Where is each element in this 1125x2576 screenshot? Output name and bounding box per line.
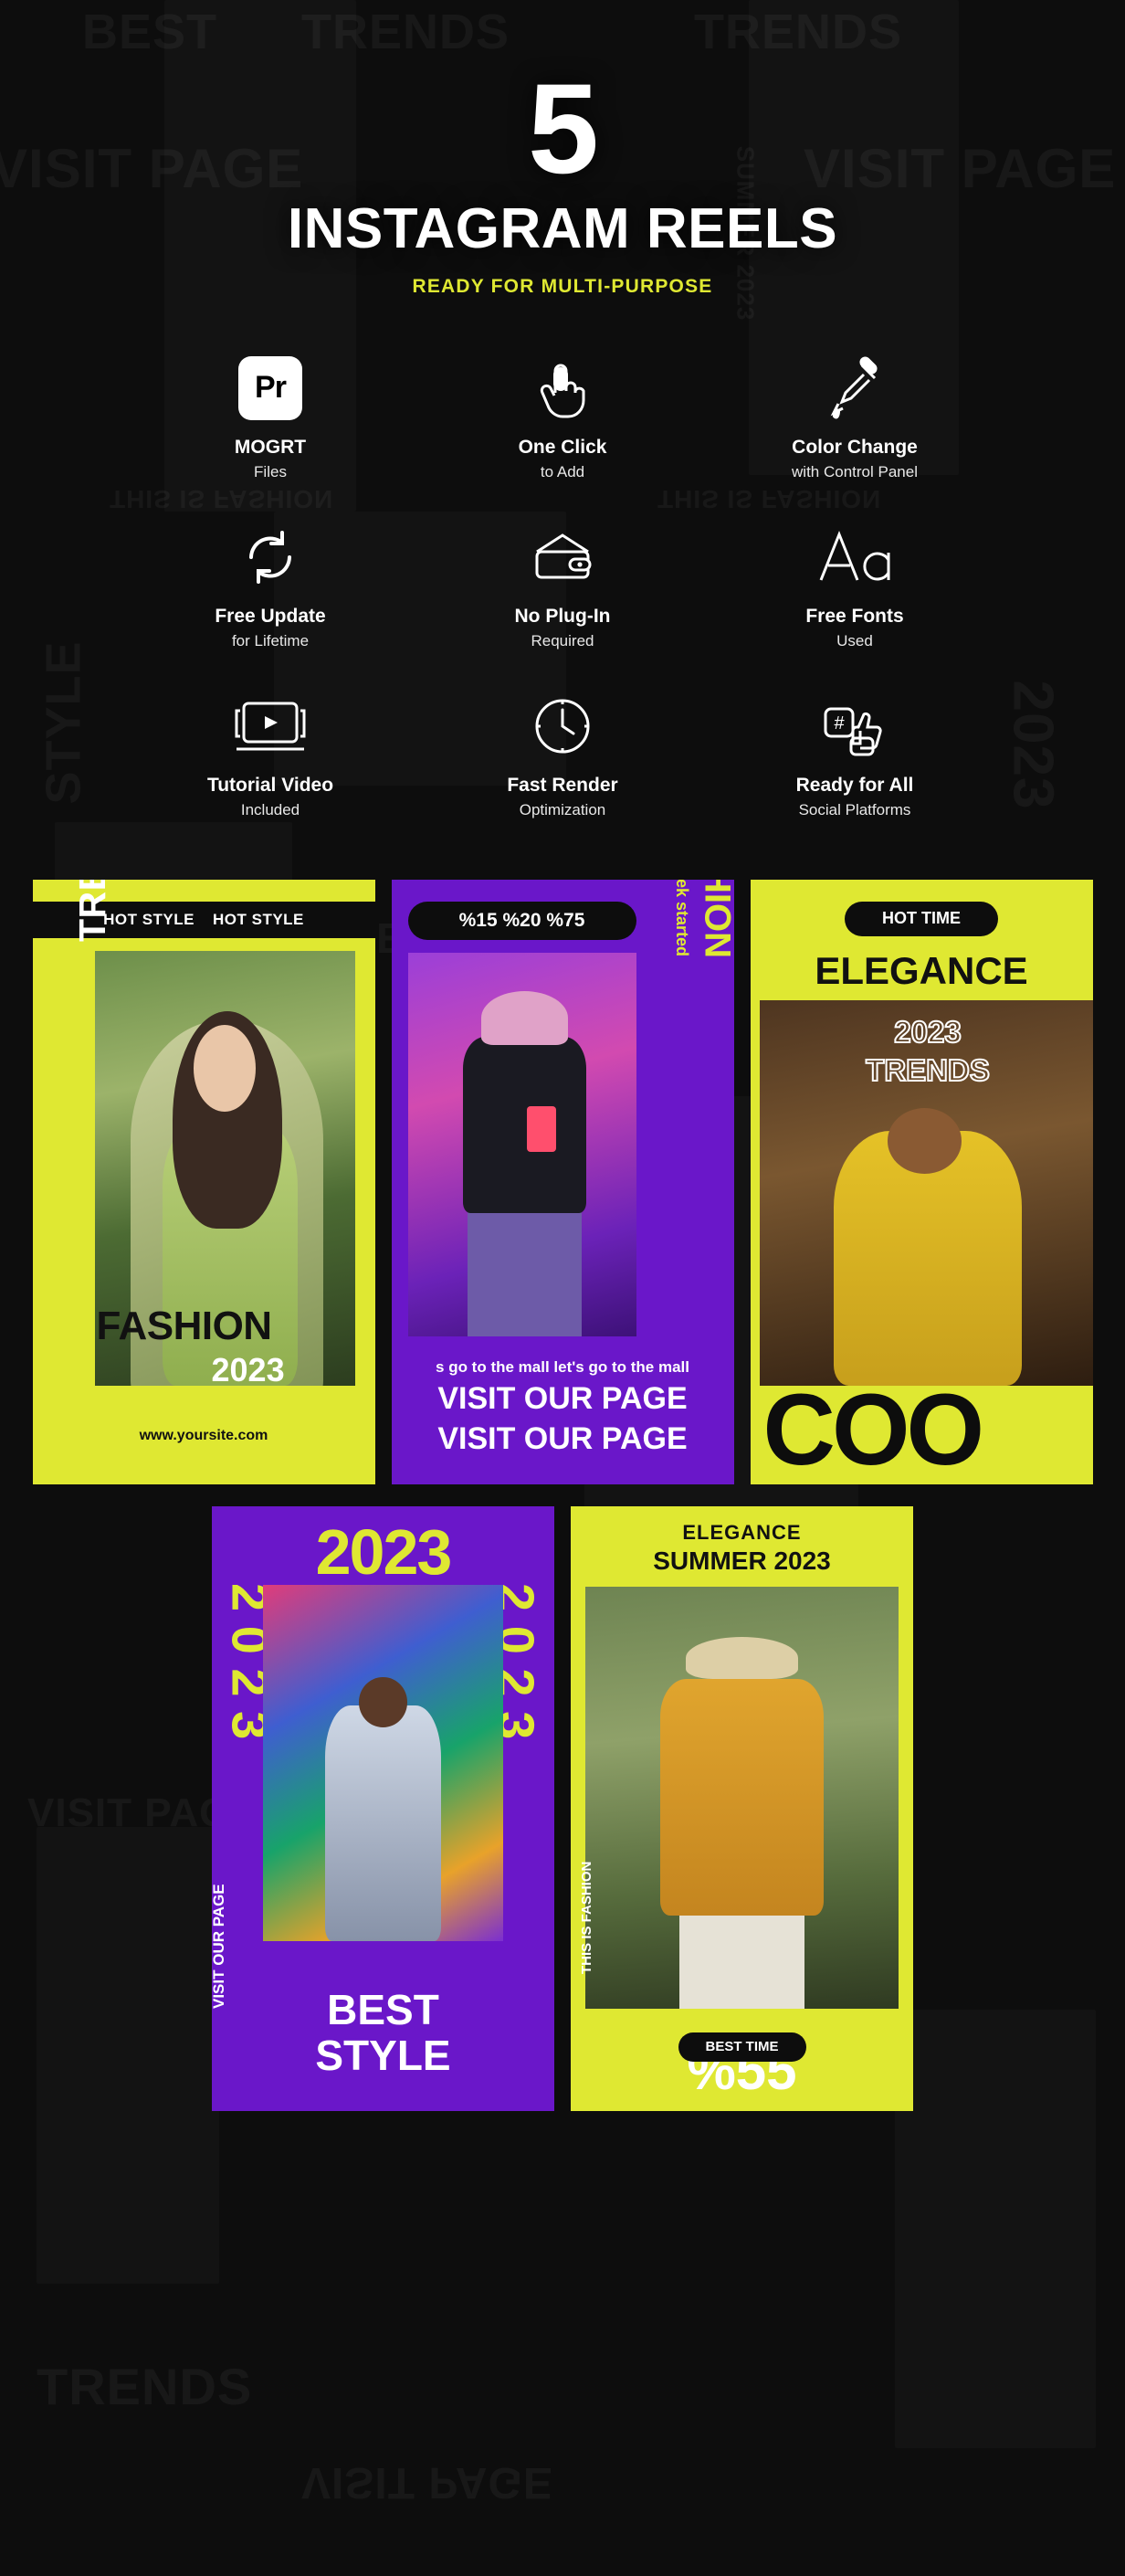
bg-word: STYLE [36, 640, 92, 804]
reel-preview-2[interactable]: %15 %20 %75 fashion week started BEST FA… [391, 879, 734, 1484]
reel2-discount-badge: %15 %20 %75 [407, 901, 636, 940]
feature-item-tutorial-video: Tutorial Video Included [124, 692, 416, 819]
reel2-visit-line-1: VISIT OUR PAGE [437, 1380, 688, 1416]
font-aa-icon [709, 523, 1001, 591]
page-title: INSTAGRAM REELS [287, 196, 838, 260]
feature-title: Tutorial Video [206, 774, 334, 796]
feature-title: No Plug-In [514, 605, 611, 627]
click-hand-icon [416, 354, 709, 422]
feature-grid: Pr MOGRT Files One Click to Add Color Ch… [124, 354, 1001, 819]
reel3-bottom-word: COO [762, 1373, 985, 1484]
poster-root: BEST TRENDS TRENDS VISIT PAGE VISIT PAGE… [0, 0, 1125, 2576]
feature-title: Free Fonts [805, 605, 904, 627]
premiere-pro-badge-label: Pr [238, 355, 302, 420]
bg-word: 2023 [1000, 681, 1065, 810]
reel5-title: SUMMER 2023 [653, 1546, 831, 1575]
clock-icon [416, 692, 709, 760]
reel1-website: www.yoursite.com [139, 1427, 268, 1443]
eyedropper-icon [709, 354, 1001, 422]
feature-sub: with Control Panel [792, 462, 918, 480]
feature-title: One Click [518, 436, 607, 458]
feature-item-one-click: One Click to Add [416, 354, 709, 481]
reel3-overlay-year: 2023 [893, 1014, 962, 1050]
count-number: 5 [528, 57, 599, 200]
reel2-side-big-text: BEST FASHION [697, 880, 734, 958]
feature-item-free-fonts: Free Fonts Used [709, 523, 1001, 650]
refresh-icon [124, 523, 416, 591]
bg-word: VISIT PAGE [301, 2457, 553, 2507]
reel-preview-3[interactable]: HOT TIME ELEGANCE 2023 TRENDS COO %15 %2… [750, 879, 1093, 1484]
feature-title: Fast Render [507, 774, 618, 796]
reel3-side-percent: %15 %25 [1091, 1312, 1093, 1375]
feature-sub: Required [531, 631, 594, 649]
feature-sub: Optimization [519, 800, 606, 818]
bg-word: TRENDS [37, 2357, 252, 2416]
video-player-icon [124, 692, 416, 760]
feature-item-ready-for-all: # Ready for All Social Platforms [709, 692, 1001, 819]
reel5-badge: BEST TIME [678, 2032, 806, 2062]
reel1-headline: FASHION [96, 1303, 273, 1348]
feature-item-fast-render: Fast Render Optimization [416, 692, 709, 819]
feature-sub: for Lifetime [231, 631, 310, 649]
reel2-visit-line-2: VISIT OUR PAGE [437, 1420, 688, 1456]
feature-item-mogrt: Pr MOGRT Files [124, 354, 416, 481]
social-share-icon: # [709, 692, 1001, 760]
reel5-eyebrow: ELEGANCE [682, 1520, 802, 1544]
feature-item-no-plugin: No Plug-In Required [416, 523, 709, 650]
reel-preview-4[interactable]: 2023 2 0 2 3 2 0 2 3 VISIT OUR PAGE VISI… [212, 1505, 554, 2111]
svg-text:#: # [834, 713, 845, 734]
reel1-tag-left: HOT STYLE [103, 910, 195, 928]
reel-preview-5[interactable]: ELEGANCE SUMMER 2023 THIS IS FASHION VIS… [571, 1505, 913, 2111]
reel-preview-row-2: 2023 2 0 2 3 2 0 2 3 VISIT OUR PAGE VISI… [0, 1505, 1125, 2111]
feature-title: Color Change [792, 436, 918, 458]
reel2-ticker-text: s go to the mall let's go to the mall [436, 1357, 689, 1376]
feature-item-free-update: Free Update for Lifetime [124, 523, 416, 650]
reel5-photo [585, 1586, 899, 2009]
reel4-title-2: STYLE [315, 2031, 451, 2079]
reel1-year: 2023 [211, 1350, 285, 1388]
reel1-side-text: TRENDS BEST TR [71, 880, 114, 942]
feature-item-color-change: Color Change with Control Panel [709, 354, 1001, 481]
reel3-photo: 2023 TRENDS [759, 999, 1093, 1386]
feature-sub: Files [254, 462, 287, 480]
page-subtitle: READY FOR MULTI-PURPOSE [412, 275, 713, 297]
reel3-overlay-trends: TRENDS [865, 1052, 991, 1088]
reel2-side-small-text: fashion week started [673, 880, 692, 956]
poster-header: 5 INSTAGRAM REELS READY FOR MULTI-PURPOS… [0, 0, 1125, 298]
feature-sub: Social Platforms [798, 800, 911, 818]
feature-sub: to Add [540, 462, 585, 480]
wallet-icon [416, 523, 709, 591]
feature-title: Free Update [215, 605, 326, 627]
feature-title: Ready for All [795, 774, 914, 796]
reel4-photo [263, 1584, 503, 1941]
reel4-title-1: BEST [327, 1985, 439, 2033]
reel1-tag-right: HOT STYLE [213, 910, 304, 928]
premiere-pro-icon: Pr [124, 354, 416, 422]
reel4-year-top: 2023 [315, 1515, 453, 1588]
reel-preview-1[interactable]: HOT STYLE HOT STYLE TRENDS BEST TR FASHI… [32, 879, 375, 1484]
reel5-side-left: THIS IS FASHION [579, 1861, 594, 1974]
reel2-photo [407, 952, 636, 1336]
feature-sub: Included [240, 800, 300, 818]
feature-sub: Used [836, 631, 873, 649]
reel3-badge: HOT TIME [845, 901, 998, 936]
reel3-title: ELEGANCE [815, 948, 1028, 992]
reel-preview-row-1: HOT STYLE HOT STYLE TRENDS BEST TR FASHI… [0, 879, 1125, 1484]
feature-title: MOGRT [234, 436, 307, 458]
